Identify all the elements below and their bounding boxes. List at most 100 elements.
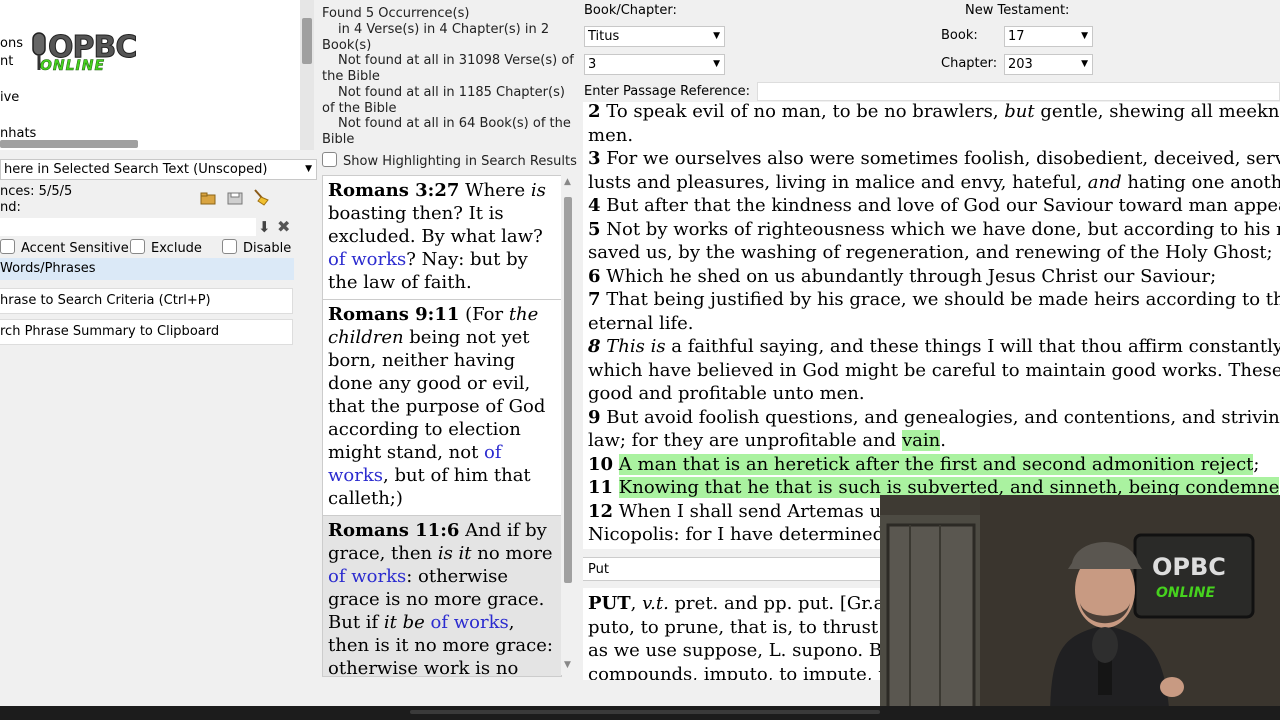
- scroll-down-icon[interactable]: ▼: [564, 660, 571, 670]
- result-item[interactable]: Romans 11:6 And if by grace, then is it …: [323, 516, 561, 676]
- bible-text: lusts and pleasures, living in malice an…: [588, 171, 1088, 193]
- bible-text: good and profitable unto men.: [588, 383, 865, 404]
- disable-label: Disable: [243, 241, 292, 256]
- add-phrase-button[interactable]: hrase to Search Criteria (Ctrl+P): [0, 288, 293, 314]
- verse-number: 3: [588, 148, 601, 169]
- not-found-chapters: Not found at all in 1185 Chapter(s) of t…: [322, 85, 565, 116]
- bible-text: law; for they are unprofitable and: [588, 430, 902, 451]
- chapter-number-label: Chapter:: [941, 56, 998, 71]
- broom-icon[interactable]: [252, 188, 270, 210]
- chevron-down-icon: ▼: [713, 31, 720, 41]
- book-select[interactable]: Titus ▼: [584, 26, 725, 47]
- dictionary-line: compounds, imputo, to impute, t: [588, 663, 885, 681]
- bible-text: men.: [588, 124, 634, 146]
- search-summary: Found 5 Occurrence(s) in 4 Verse(s) in 4…: [318, 0, 580, 175]
- exclude-option[interactable]: Exclude: [130, 239, 202, 256]
- passage-reference-input[interactable]: [757, 82, 1280, 101]
- result-match[interactable]: of works: [328, 566, 406, 587]
- result-italic: is: [530, 180, 546, 201]
- disable-option[interactable]: Disable: [222, 239, 291, 256]
- result-reference[interactable]: Romans 9:11: [328, 304, 459, 325]
- scope-select[interactable]: here in Selected Search Text (Unscoped) ▼: [0, 159, 317, 180]
- bible-line: 8 This is a faithful saying, and these t…: [588, 335, 1280, 358]
- verse-number: 11: [588, 477, 614, 498]
- bible-text: Nicopolis: for I have determined: [588, 524, 885, 545]
- chapter-number-select[interactable]: 203 ▼: [1004, 54, 1093, 75]
- scroll-up-icon[interactable]: ▲: [564, 177, 571, 187]
- bible-italic: and: [1087, 171, 1122, 193]
- result-reference[interactable]: Romans 3:27: [328, 180, 459, 201]
- result-match[interactable]: of works: [431, 612, 509, 633]
- bible-line: 12 When I shall send Artemas u: [588, 500, 881, 523]
- highlighted-text: vain: [901, 430, 941, 451]
- bible-text: [613, 454, 619, 475]
- exclude-label: Exclude: [151, 241, 202, 256]
- chapter-select[interactable]: 3 ▼: [584, 54, 725, 75]
- occurrences-label: nces: 5/5/5: [0, 184, 73, 199]
- book-chapter-label: Book/Chapter:: [584, 3, 677, 18]
- bible-text: eternal life.: [588, 312, 694, 334]
- bible-text: hating one anoth: [1121, 171, 1280, 193]
- chevron-down-icon: ▼: [713, 59, 720, 69]
- result-text: boasting then? It is excluded. By what l…: [328, 203, 543, 247]
- search-options-panel: ons nt ive nhats OPBC ONLINE here in Sel…: [0, 0, 318, 680]
- tree-item[interactable]: nhats: [0, 126, 36, 141]
- bible-text: saved us, by the washing of regeneration…: [588, 242, 1273, 263]
- tree-hscrollbar[interactable]: [0, 140, 138, 148]
- book-number-select[interactable]: 17 ▼: [1004, 26, 1093, 47]
- bible-line: eternal life.: [588, 312, 694, 335]
- highlight-option[interactable]: Show Highlighting in Search Results: [322, 152, 577, 170]
- result-italic: it be: [383, 612, 425, 633]
- verse-number: 6: [588, 265, 601, 287]
- dictionary-headword: PUT: [588, 593, 631, 614]
- tree-item[interactable]: ons: [0, 36, 23, 51]
- open-folder-icon[interactable]: [200, 190, 216, 209]
- verse-number: 12: [588, 500, 614, 522]
- bible-line: men.: [588, 124, 633, 147]
- result-text: (For: [459, 304, 509, 325]
- chapter-number-value: 203: [1008, 57, 1033, 72]
- highlight-label: Show Highlighting in Search Results: [343, 154, 577, 169]
- taskbar: [0, 706, 1280, 720]
- found-label: nd:: [0, 200, 21, 215]
- accent-label: Accent Sensitive: [21, 241, 129, 256]
- bible-line: saved us, by the washing of regeneration…: [588, 241, 1273, 264]
- bible-line: 3 For we ourselves also were sometimes f…: [588, 147, 1280, 170]
- result-text: Where: [459, 180, 531, 201]
- result-reference[interactable]: Romans 11:6: [328, 520, 459, 541]
- tree-scrollbar[interactable]: [300, 0, 314, 150]
- tree-item[interactable]: nt: [0, 54, 13, 69]
- copy-summary-button[interactable]: rch Phrase Summary to Clipboard: [0, 319, 293, 345]
- highlight-checkbox[interactable]: [322, 152, 337, 167]
- arrow-down-icon[interactable]: ⬇: [258, 218, 271, 236]
- result-item[interactable]: Romans 3:27 Where is boasting then? It i…: [323, 176, 561, 300]
- bible-text: which have believed in God might be care…: [588, 359, 1280, 381]
- bible-italic: This is: [600, 336, 666, 357]
- exclude-checkbox[interactable]: [130, 239, 145, 254]
- book-select-value: Titus: [588, 29, 620, 44]
- bible-line: good and profitable unto men.: [588, 382, 865, 405]
- results-scrollbar[interactable]: ▲ ▼: [561, 175, 575, 675]
- video-logo-subtext: ONLINE: [1156, 585, 1216, 601]
- chapter-select-value: 3: [588, 57, 597, 72]
- bible-text: .: [940, 430, 946, 451]
- result-item[interactable]: Romans 9:11 (For the children being not …: [323, 300, 561, 516]
- words-phrases-item[interactable]: Words/Phrases: [0, 258, 294, 280]
- bible-line: 4 But after that the kindness and love o…: [588, 194, 1280, 217]
- accent-checkbox[interactable]: [0, 239, 15, 254]
- bible-line: lusts and pleasures, living in malice an…: [588, 171, 1280, 194]
- result-match[interactable]: of works: [328, 249, 406, 270]
- disable-checkbox[interactable]: [222, 239, 237, 254]
- bible-text: But avoid foolish questions, and genealo…: [600, 406, 1280, 428]
- tree-item[interactable]: ive: [0, 90, 19, 105]
- search-text-input[interactable]: [0, 218, 256, 236]
- passage-reference-label: Enter Passage Reference:: [584, 84, 750, 99]
- logo-subtext: ONLINE: [40, 58, 106, 75]
- accent-sensitive-option[interactable]: Accent Sensitive: [0, 239, 129, 256]
- verse-number: 10: [588, 453, 614, 475]
- save-icon[interactable]: [227, 190, 243, 209]
- verse-number: 9: [588, 406, 601, 428]
- bible-text: a faithful saying, and these things I wi…: [665, 336, 1280, 357]
- close-icon[interactable]: ✖: [277, 217, 290, 236]
- bible-text-view: 2 To speak evil of no man, to be no braw…: [583, 102, 1280, 549]
